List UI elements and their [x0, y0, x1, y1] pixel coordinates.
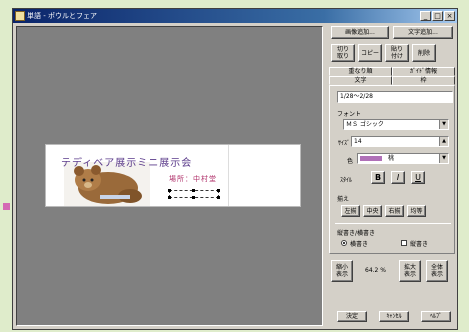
close-button[interactable]: ×: [444, 11, 455, 21]
size-value: 14: [354, 138, 362, 145]
resize-handle[interactable]: [192, 196, 195, 199]
style-label: ｽﾀｲﾙ: [340, 177, 353, 184]
color-select-value: 桃: [388, 155, 395, 162]
maximize-button[interactable]: □: [432, 11, 443, 21]
align-right-button[interactable]: 右揃: [385, 205, 404, 217]
resize-handle[interactable]: [168, 189, 171, 192]
bullet-marker: [3, 203, 10, 210]
app-window: 単語 - ポウルとフェア _ □ × テディベア展示ミニ展示会 場所：中村堂 画…: [12, 8, 458, 330]
fit-all-button[interactable]: 全体 表示: [426, 260, 448, 282]
color-label: 色: [347, 158, 354, 165]
orientation-label: 縦書き/横書き: [337, 230, 376, 237]
align-label: 揃え: [337, 196, 350, 203]
zoom-level: 64.2 %: [365, 267, 386, 274]
window-titlebar: 単語 - ポウルとフェア _ □ ×: [13, 9, 457, 23]
copy-button[interactable]: コピー: [358, 44, 382, 62]
italic-button[interactable]: I: [391, 171, 405, 184]
paste-button[interactable]: 貼り 付け: [385, 44, 409, 62]
card-divider: [228, 145, 229, 206]
cancel-button[interactable]: ｷｬﾝｾﾙ: [379, 311, 409, 322]
horizontal-radio-label: 横書き: [350, 241, 369, 248]
chevron-down-icon[interactable]: ▼: [439, 154, 448, 163]
resize-handle[interactable]: [217, 189, 220, 192]
bold-button[interactable]: B: [371, 171, 385, 184]
tab-frame[interactable]: 枠: [392, 76, 455, 85]
align-left-button[interactable]: 左揃: [341, 205, 360, 217]
tab-guide-info[interactable]: ｶﾞｲﾄﾞ情報: [392, 67, 455, 76]
ok-button[interactable]: 決定: [337, 311, 367, 322]
size-label: ｻｲｽﾞ: [338, 140, 351, 147]
card-place-text[interactable]: 場所：中村堂: [169, 174, 217, 184]
resize-handle[interactable]: [217, 196, 220, 199]
align-justify-button[interactable]: 均等: [407, 205, 426, 217]
underline-button[interactable]: U: [411, 171, 425, 184]
help-button[interactable]: ﾍﾙﾌﾟ: [421, 311, 451, 322]
resize-handle[interactable]: [192, 189, 195, 192]
delete-button[interactable]: 削除: [412, 44, 436, 62]
size-stepper[interactable]: 14 ▲: [351, 136, 449, 147]
resize-handle[interactable]: [168, 196, 171, 199]
color-select[interactable]: 桃 ▼: [357, 153, 449, 164]
font-select-value: ＭＳ ゴシック: [346, 121, 384, 128]
vertical-checkbox-label: 縦書き: [410, 241, 429, 248]
tab-text[interactable]: 文字: [329, 76, 392, 85]
font-select[interactable]: ＭＳ ゴシック ▼: [343, 119, 449, 130]
window-title: 単語 - ポウルとフェア: [27, 12, 97, 20]
zoom-out-button[interactable]: 縮小 表示: [331, 260, 353, 282]
zoom-in-button[interactable]: 拡大 表示: [399, 260, 421, 282]
section-divider: [335, 223, 451, 224]
chevron-down-icon[interactable]: ▼: [439, 120, 448, 129]
stepper-arrows-icon[interactable]: ▲: [439, 137, 448, 146]
color-swatch: [360, 156, 382, 161]
app-icon: [15, 11, 25, 21]
tab-layer-order[interactable]: 重なり順: [329, 67, 392, 76]
card-title-text[interactable]: テディベア展示ミニ展示会: [61, 154, 192, 169]
label-card[interactable]: テディベア展示ミニ展示会 場所：中村堂: [45, 144, 301, 207]
add-text-button[interactable]: 文字追加...: [393, 26, 453, 39]
minimize-button[interactable]: _: [420, 11, 431, 21]
design-canvas[interactable]: テディベア展示ミニ展示会 場所：中村堂: [16, 26, 323, 326]
add-image-button[interactable]: 画像追加...: [331, 26, 389, 39]
selected-text-box[interactable]: [168, 189, 220, 199]
vertical-checkbox[interactable]: [401, 240, 407, 246]
properties-panel: 画像追加... 文字追加... 切り 取り コピー 貼り 付け 削除 重なり順 …: [329, 26, 457, 326]
cut-button[interactable]: 切り 取り: [331, 44, 355, 62]
text-content-input[interactable]: 1/28〜2/28: [337, 91, 453, 103]
align-center-button[interactable]: 中央: [363, 205, 382, 217]
horizontal-radio[interactable]: [341, 240, 347, 246]
font-label: フォント: [337, 111, 362, 118]
